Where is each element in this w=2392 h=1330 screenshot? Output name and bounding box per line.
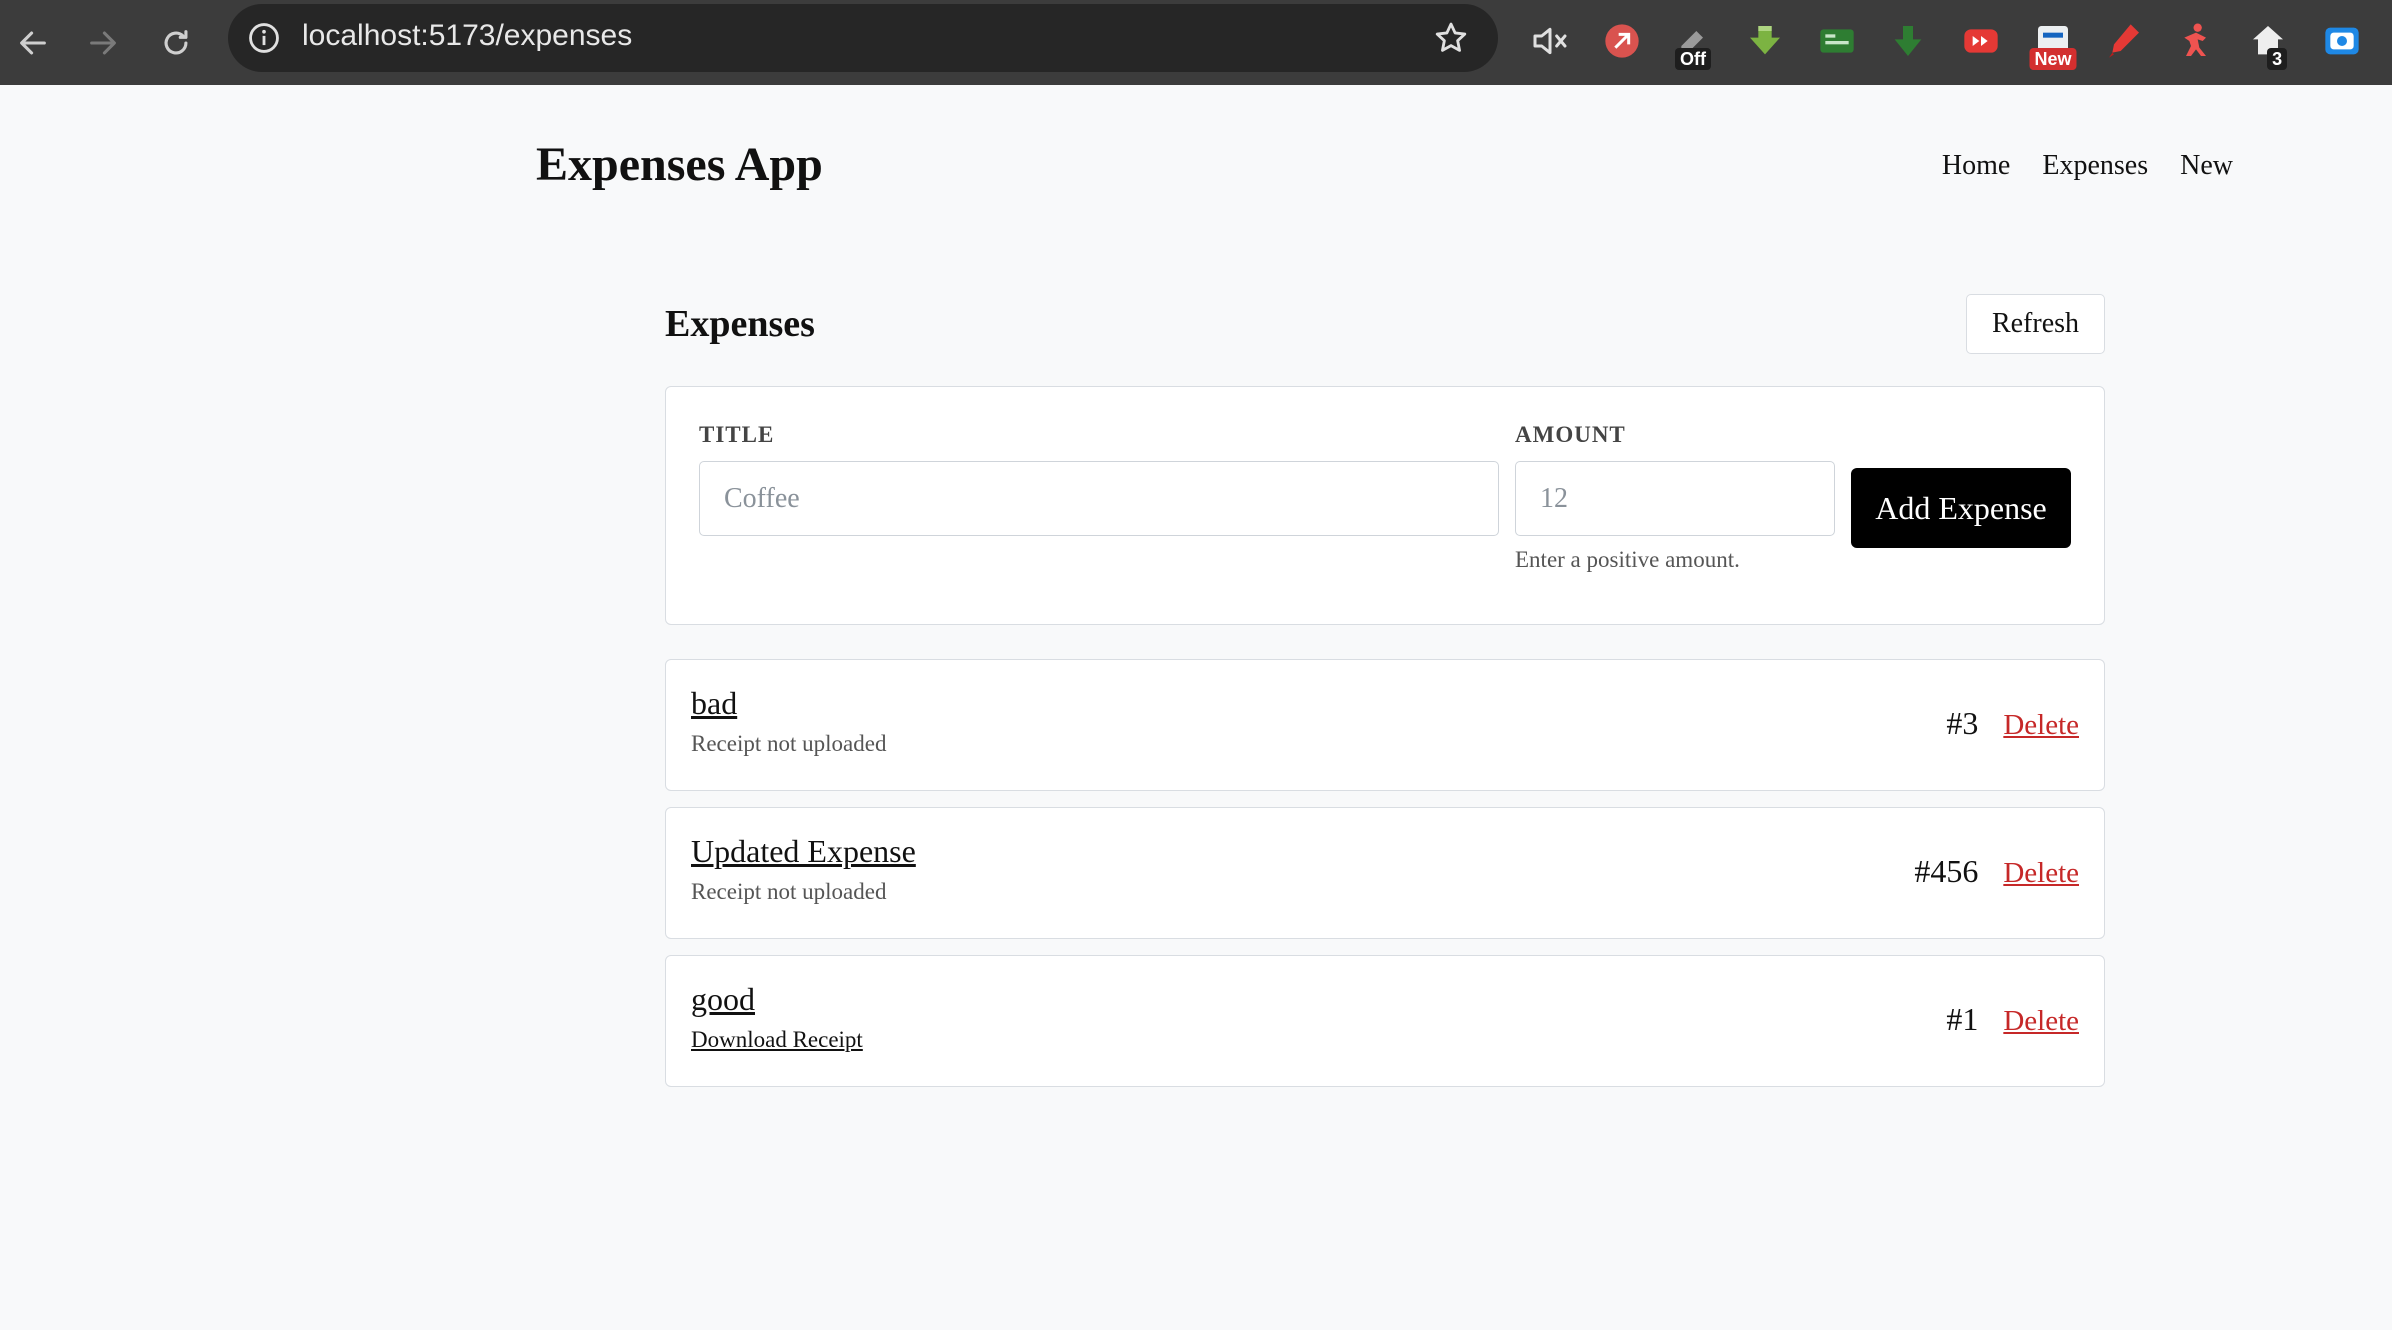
mute-tab-button[interactable] bbox=[1527, 18, 1573, 64]
reload-button[interactable] bbox=[151, 18, 201, 68]
extension-button-7[interactable]: New bbox=[2029, 18, 2077, 70]
amount-input[interactable] bbox=[1515, 461, 1835, 536]
receipt-status: Receipt not uploaded bbox=[691, 731, 887, 756]
extension-button-5[interactable] bbox=[1885, 18, 1931, 64]
extension-button-1[interactable] bbox=[1599, 18, 1645, 64]
refresh-button[interactable]: Refresh bbox=[1966, 294, 2105, 354]
delete-button[interactable]: Delete bbox=[2003, 857, 2079, 890]
amount-hint: Enter a positive amount. bbox=[1515, 547, 1740, 572]
expense-row: Updated Expense Receipt not uploaded #45… bbox=[665, 807, 2105, 939]
address-bar[interactable]: localhost:5173/expenses bbox=[228, 4, 1498, 72]
extension-badge: 3 bbox=[2267, 48, 2288, 70]
extension-button-10[interactable]: 3 bbox=[2245, 18, 2291, 70]
expense-id: #1 bbox=[1946, 1001, 1979, 1037]
nav-link-expenses[interactable]: Expenses bbox=[2042, 148, 2148, 184]
extension-button-8[interactable] bbox=[2101, 18, 2147, 64]
back-arrow-icon bbox=[20, 31, 46, 55]
download-receipt-link[interactable]: Download Receipt bbox=[691, 1025, 863, 1055]
extension-badge: New bbox=[2029, 48, 2077, 70]
forward-button[interactable] bbox=[78, 18, 128, 68]
red-fastforward-icon bbox=[1964, 29, 1998, 53]
app-title: Expenses App bbox=[536, 138, 823, 191]
green-card-extension-icon bbox=[1820, 29, 1854, 53]
top-navigation: Home Expenses New bbox=[1942, 148, 2233, 184]
screen-record-icon bbox=[2325, 27, 2359, 55]
extension-badge: Off bbox=[1675, 48, 1711, 70]
mute-icon bbox=[1533, 27, 1567, 55]
expense-row: good Download Receipt #1 Delete bbox=[665, 955, 2105, 1087]
expense-row: bad Receipt not uploaded #3 Delete bbox=[665, 659, 2105, 791]
expense-id: #456 bbox=[1914, 853, 1979, 889]
amount-label: AMOUNT bbox=[1515, 422, 1626, 447]
extension-button-3[interactable] bbox=[1742, 18, 1788, 64]
extension-button-9[interactable] bbox=[2173, 18, 2219, 64]
red-figure-icon bbox=[2184, 23, 2206, 56]
green-download-icon bbox=[1750, 26, 1780, 55]
extension-button-2[interactable]: Off bbox=[1670, 18, 1716, 70]
extension-button-4[interactable] bbox=[1814, 18, 1860, 64]
forward-arrow-icon bbox=[90, 31, 116, 55]
browser-toolbar: localhost:5173/expenses Off New 3 bbox=[0, 0, 2392, 85]
expense-actions: #3 Delete bbox=[1946, 705, 2079, 742]
delete-button[interactable]: Delete bbox=[2003, 1005, 2079, 1038]
url-text[interactable]: localhost:5173/expenses bbox=[302, 19, 632, 53]
back-button[interactable] bbox=[8, 18, 58, 68]
extension-button-6[interactable] bbox=[1958, 18, 2004, 64]
expense-title-link[interactable]: good bbox=[691, 979, 755, 1019]
red-circle-extension-icon bbox=[1605, 24, 1639, 58]
title-label: TITLE bbox=[699, 422, 775, 447]
site-info-icon[interactable] bbox=[247, 21, 281, 55]
green-arrow-down-icon bbox=[1894, 26, 1922, 56]
page-title: Expenses bbox=[665, 303, 815, 345]
expense-title-link[interactable]: Updated Expense bbox=[691, 831, 916, 871]
extension-button-11[interactable] bbox=[2319, 18, 2365, 64]
expense-actions: #456 Delete bbox=[1914, 853, 2079, 890]
nav-link-home[interactable]: Home bbox=[1942, 148, 2010, 184]
reload-icon bbox=[164, 30, 188, 55]
add-expense-button[interactable]: Add Expense bbox=[1851, 468, 2071, 548]
delete-button[interactable]: Delete bbox=[2003, 709, 2079, 742]
add-expense-form: TITLE AMOUNT Enter a positive amount. Ad… bbox=[665, 386, 2105, 625]
receipt-status: Receipt not uploaded bbox=[691, 879, 887, 904]
expense-title-link[interactable]: bad bbox=[691, 683, 737, 723]
title-input[interactable] bbox=[699, 461, 1499, 536]
expense-actions: #1 Delete bbox=[1946, 1001, 2079, 1038]
red-marker-icon bbox=[2109, 24, 2139, 58]
nav-link-new[interactable]: New bbox=[2180, 148, 2233, 184]
expense-id: #3 bbox=[1946, 705, 1979, 741]
bookmark-star-icon[interactable] bbox=[1432, 19, 1470, 57]
